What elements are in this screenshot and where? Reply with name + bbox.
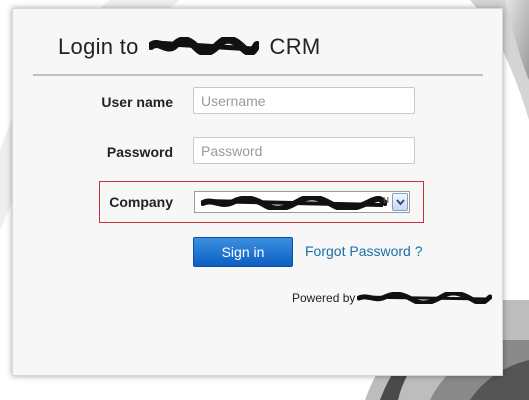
title-prefix: Login to — [58, 34, 139, 59]
username-input[interactable] — [193, 87, 415, 114]
redacted-company-name — [149, 37, 260, 56]
login-card: Login to CRM User name Password Company … — [12, 8, 503, 376]
select-dropdown-button[interactable] — [392, 193, 408, 211]
redacted-vendor-name — [357, 292, 492, 304]
password-input[interactable] — [193, 137, 415, 164]
company-select-value-tail: u — [383, 194, 390, 206]
chevron-down-icon — [396, 199, 405, 206]
title-suffix: CRM — [269, 34, 321, 59]
powered-by-label: Powered by — [292, 291, 356, 305]
company-select[interactable]: u — [194, 191, 410, 213]
company-label: Company — [109, 194, 173, 210]
forgot-password-link[interactable]: Forgot Password ? — [305, 243, 423, 259]
sign-in-button[interactable]: Sign in — [193, 237, 293, 267]
username-label: User name — [101, 94, 173, 110]
password-label: Password — [106, 144, 173, 160]
redacted-company-value — [201, 196, 387, 210]
page-title: Login to CRM — [58, 34, 321, 60]
title-divider — [33, 74, 483, 76]
